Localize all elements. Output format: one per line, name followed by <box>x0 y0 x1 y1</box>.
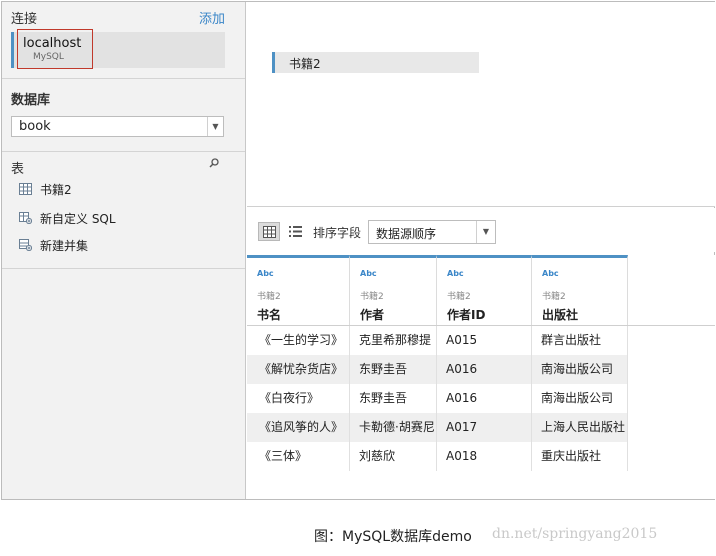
watermark: dn.net/springyang2015 <box>492 526 658 542</box>
add-connection-link[interactable]: 添加 <box>199 8 225 27</box>
table-cell: 卡勒德·胡赛尼 <box>350 413 437 442</box>
table-cell: 《追风筝的人》 <box>247 413 350 442</box>
connection-item-localhost[interactable]: localhost MySQL <box>11 29 225 69</box>
table-cell: 群言出版社 <box>532 326 628 355</box>
grid-view-button[interactable] <box>258 222 280 241</box>
table-cell: 《解忧杂货店》 <box>247 355 350 384</box>
chevron-down-icon: ▼ <box>207 117 223 136</box>
canvas-table-books2[interactable]: 书籍2 <box>272 52 479 73</box>
list-view-icon[interactable] <box>289 225 302 238</box>
table-cell: 刘慈欣 <box>350 442 437 471</box>
string-type-icon[interactable]: Abc <box>542 269 559 278</box>
table-item-label: 新自定义 SQL <box>40 212 116 226</box>
string-type-icon[interactable]: Abc <box>447 269 464 278</box>
column-name: 作者ID <box>447 308 486 322</box>
table-cell: A018 <box>437 442 532 471</box>
table-cell: 重庆出版社 <box>532 442 628 471</box>
connections-section: 连接 添加 localhost MySQL <box>2 2 245 79</box>
sort-field-value: 数据源顺序 <box>376 227 437 241</box>
grid-toolbar: 排序字段 数据源顺序 ▼ <box>247 208 715 252</box>
connections-title: 连接 <box>11 12 38 27</box>
database-select-value: book <box>19 119 51 134</box>
connection-type: MySQL <box>33 52 64 62</box>
grid-icon <box>263 226 276 238</box>
table-cell: A015 <box>437 326 532 355</box>
join-canvas: 书籍2 <box>247 2 715 207</box>
table-cell: 《白夜行》 <box>247 384 350 413</box>
table-item-label: 新建并集 <box>40 239 89 253</box>
database-section: 数据库 book ▼ <box>2 79 245 152</box>
tables-section: 表 书籍2 新自定义 SQL 新建并集 <box>2 152 245 269</box>
sort-field-select[interactable]: 数据源顺序 ▼ <box>368 220 496 244</box>
database-title: 数据库 <box>11 93 51 108</box>
chevron-down-icon: ▼ <box>476 221 495 243</box>
custom-sql-icon <box>19 212 32 224</box>
new-custom-sql-item[interactable]: 新自定义 SQL <box>19 209 219 227</box>
new-union-item[interactable]: 新建并集 <box>19 236 219 254</box>
string-type-icon[interactable]: Abc <box>257 269 274 278</box>
column-source: 书籍2 <box>257 292 281 302</box>
table-item-books2[interactable]: 书籍2 <box>19 180 219 198</box>
table-cell: 克里希那穆提 <box>350 326 437 355</box>
column-book-name: Abc 书籍2 书名 《一生的学习》 《解忧杂货店》 《白夜行》 《追风筝的人》… <box>247 255 350 471</box>
column-author: Abc 书籍2 作者 克里希那穆提 东野圭吾 东野圭吾 卡勒德·胡赛尼 刘慈欣 <box>350 255 437 471</box>
table-icon <box>19 183 32 195</box>
column-header[interactable]: Abc 书籍2 作者 <box>350 255 437 325</box>
column-source: 书籍2 <box>360 292 384 302</box>
column-publisher: Abc 书籍2 出版社 群言出版社 南海出版公司 南海出版公司 上海人民出版社 … <box>532 255 628 471</box>
column-header[interactable]: Abc 书籍2 书名 <box>247 255 350 325</box>
table-cell: 南海出版公司 <box>532 355 628 384</box>
table-item-label: 书籍2 <box>40 183 72 197</box>
table-cell: 东野圭吾 <box>350 355 437 384</box>
union-icon <box>19 239 32 251</box>
column-header[interactable]: Abc 书籍2 作者ID <box>437 255 532 325</box>
table-cell: A016 <box>437 384 532 413</box>
data-source-window: 连接 添加 localhost MySQL 数据库 book ▼ 表 书籍2 新… <box>1 1 715 500</box>
column-author-id: Abc 书籍2 作者ID A015 A016 A016 A017 A018 <box>437 255 532 471</box>
table-cell: 东野圭吾 <box>350 384 437 413</box>
string-type-icon[interactable]: Abc <box>360 269 377 278</box>
header-divider <box>247 325 715 326</box>
table-cell: 《三体》 <box>247 442 350 471</box>
canvas-table-label: 书籍2 <box>289 57 321 71</box>
column-source: 书籍2 <box>447 292 471 302</box>
table-cell: A017 <box>437 413 532 442</box>
column-name: 书名 <box>257 308 282 322</box>
figure-caption: 图：MySQL数据库demo <box>314 529 472 545</box>
table-cell: 《一生的学习》 <box>247 326 350 355</box>
table-cell: 上海人民出版社 <box>532 413 628 442</box>
database-select[interactable]: book ▼ <box>11 116 224 137</box>
table-cell: 南海出版公司 <box>532 384 628 413</box>
column-source: 书籍2 <box>542 292 566 302</box>
sidebar: 连接 添加 localhost MySQL 数据库 book ▼ 表 书籍2 新… <box>2 2 246 499</box>
tables-title: 表 <box>11 162 25 177</box>
sort-field-label: 排序字段 <box>313 226 362 240</box>
column-header[interactable]: Abc 书籍2 出版社 <box>532 255 628 325</box>
data-grid: Abc 书籍2 书名 《一生的学习》 《解忧杂货店》 《白夜行》 《追风筝的人》… <box>247 255 715 499</box>
column-name: 出版社 <box>542 308 579 322</box>
column-name: 作者 <box>360 308 385 322</box>
search-icon[interactable] <box>209 158 219 168</box>
table-cell: A016 <box>437 355 532 384</box>
connection-name: localhost <box>23 36 82 51</box>
